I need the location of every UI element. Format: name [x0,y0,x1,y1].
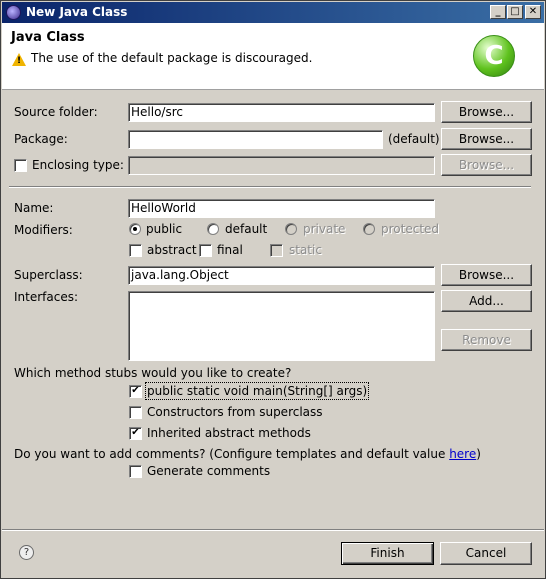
modifier-default-label: default [225,222,268,236]
window-title: New Java Class [26,5,128,19]
warning-icon: ! [12,53,26,66]
final-checkbox[interactable] [199,244,212,257]
add-interface-button[interactable]: Add... [441,290,532,312]
generate-comments-checkbox[interactable] [129,465,142,478]
modifier-protected-radio[interactable] [363,223,375,235]
help-icon[interactable]: ? [19,545,34,560]
enclosing-type-checkbox[interactable] [14,159,27,172]
status-message: The use of the default package is discou… [31,51,313,65]
abstract-label: abstract [147,243,197,257]
method-stubs-question: Which method stubs would you like to cre… [14,366,292,380]
main-method-checkbox[interactable]: ✔ [129,385,142,398]
title-bar[interactable]: New Java Class _ □ ✕ [2,2,544,23]
class-badge-icon: C [473,35,515,77]
close-button[interactable]: ✕ [525,5,541,19]
enclosing-type-label: Enclosing type: [32,158,124,172]
modifier-private-label: private [303,222,346,236]
modifier-public-radio[interactable] [129,223,141,235]
cancel-button[interactable]: Cancel [440,542,532,565]
finish-button[interactable]: Finish [341,542,434,565]
new-java-class-dialog: New Java Class _ □ ✕ Java Class ! The us… [0,0,546,579]
footer-separator [2,529,544,531]
package-input[interactable] [128,130,383,149]
maximize-button[interactable]: □ [507,5,523,19]
source-folder-label: Source folder: [14,105,98,119]
modifier-private-radio[interactable] [285,223,297,235]
superclass-browse-button[interactable]: Browse... [441,264,532,286]
package-default-hint: (default) [388,132,440,146]
constructors-checkbox[interactable] [129,406,142,419]
modifiers-label: Modifiers: [14,223,73,237]
abstract-checkbox[interactable] [129,244,142,257]
inherited-abstract-label: Inherited abstract methods [147,426,311,440]
enclosing-type-input[interactable] [128,156,435,175]
wizard-header: Java Class ! The use of the default pack… [2,23,544,90]
page-title: Java Class [11,30,85,45]
source-folder-browse-button[interactable]: Browse... [441,101,532,123]
minimize-button[interactable]: _ [490,5,506,19]
static-label: static [289,243,322,257]
interfaces-list[interactable] [128,291,435,361]
generate-comments-label: Generate comments [147,464,271,478]
remove-interface-button[interactable]: Remove [441,329,532,351]
separator [9,186,531,188]
name-label: Name: [14,201,54,215]
superclass-label: Superclass: [14,268,83,282]
static-checkbox[interactable] [270,244,283,257]
modifier-protected-label: protected [381,222,440,236]
inherited-abstract-checkbox[interactable]: ✔ [129,427,142,440]
modifier-default-radio[interactable] [207,223,219,235]
final-label: final [217,243,243,257]
comments-question: Do you want to add comments? (Configure … [14,447,481,461]
source-folder-input[interactable]: Hello/src [128,103,435,122]
interfaces-label: Interfaces: [14,290,79,304]
constructors-label: Constructors from superclass [147,405,323,419]
modifier-public-label: public [146,222,183,236]
main-method-label: public static void main(String[] args) [144,382,370,400]
enclosing-type-browse-button[interactable]: Browse... [441,154,532,176]
configure-templates-link[interactable]: here [449,447,476,461]
package-label: Package: [14,132,68,146]
superclass-input[interactable]: java.lang.Object [128,266,435,285]
eclipse-icon [6,5,21,20]
class-name-input[interactable]: HelloWorld [128,199,435,218]
package-browse-button[interactable]: Browse... [441,128,532,150]
